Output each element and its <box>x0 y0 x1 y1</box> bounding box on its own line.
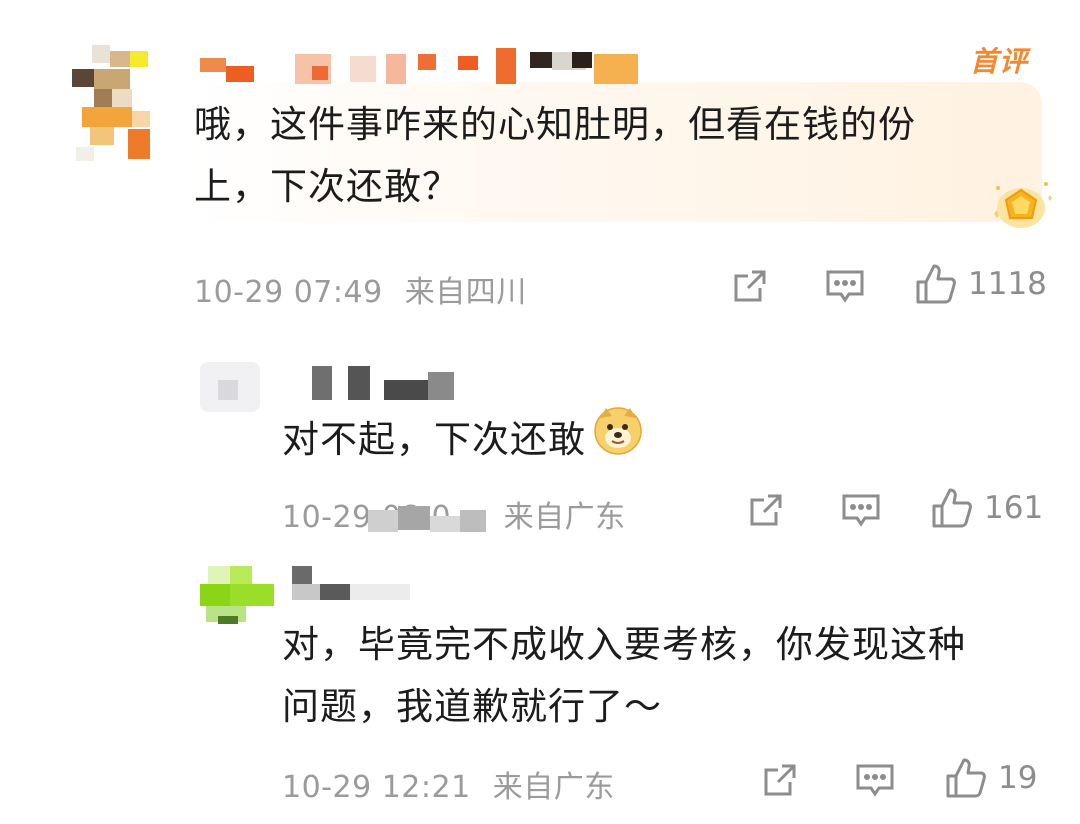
comment-text-line: 对，毕竟完不成收入要考核，你发现这种 <box>282 623 966 666</box>
location: 来自广东 <box>492 770 615 805</box>
like-button[interactable]: 161 <box>930 486 1043 530</box>
comment-text: 对不起，下次还敢 <box>282 404 644 475</box>
like-button[interactable]: 1118 <box>914 262 1047 306</box>
like-count: 1118 <box>968 266 1047 302</box>
username[interactable] <box>200 48 650 88</box>
comment-text-line: 上，下次还敢？ <box>194 165 460 208</box>
image-censor-blocks <box>368 506 488 534</box>
like-count: 161 <box>984 490 1044 526</box>
share-button[interactable] <box>746 490 786 530</box>
share-icon <box>730 266 770 306</box>
first-comment-badge: 首评 <box>969 45 1028 78</box>
comment-text: 哦，这件事咋来的心知肚明，但看在钱的份 上，下次还敢？ <box>194 94 916 218</box>
username[interactable] <box>292 566 422 602</box>
location: 来自四川 <box>404 275 527 310</box>
comment-text-line: 哦，这件事咋来的心知肚明，但看在钱的份 <box>194 103 916 146</box>
share-icon <box>746 490 786 530</box>
comment-text-line: 问题，我道歉就行了～ <box>282 685 662 728</box>
like-count: 19 <box>998 760 1038 796</box>
comment-button[interactable] <box>840 490 882 530</box>
comment-button[interactable] <box>854 760 896 800</box>
thumbs-up-icon <box>944 756 988 800</box>
avatar[interactable] <box>72 45 152 165</box>
like-button[interactable]: 19 <box>944 756 1037 800</box>
thumbs-up-icon <box>914 262 958 306</box>
comment-icon <box>854 760 896 800</box>
share-button[interactable] <box>730 266 770 306</box>
comment-meta: 10-29 07:49 来自四川 <box>194 267 527 311</box>
comment-icon <box>840 490 882 530</box>
avatar[interactable] <box>200 566 280 626</box>
medal-icon <box>988 178 1054 236</box>
comment-text-line: 对不起，下次还敢 <box>282 417 586 461</box>
comment-button[interactable] <box>824 266 866 306</box>
timestamp: 10-29 07:49 <box>194 275 383 310</box>
username[interactable] <box>312 366 472 402</box>
share-icon <box>760 760 800 800</box>
comment-meta: 10-29 12:21 来自广东 <box>282 762 615 806</box>
share-button[interactable] <box>760 760 800 800</box>
location: 来自广东 <box>503 500 626 535</box>
comment-icon <box>824 266 866 306</box>
doge-emoji <box>592 404 644 475</box>
thumbs-up-icon <box>930 486 974 530</box>
avatar[interactable] <box>200 362 278 412</box>
comment-text: 对，毕竟完不成收入要考核，你发现这种 问题，我道歉就行了～ <box>282 614 966 738</box>
timestamp: 10-29 12:21 <box>282 770 471 805</box>
